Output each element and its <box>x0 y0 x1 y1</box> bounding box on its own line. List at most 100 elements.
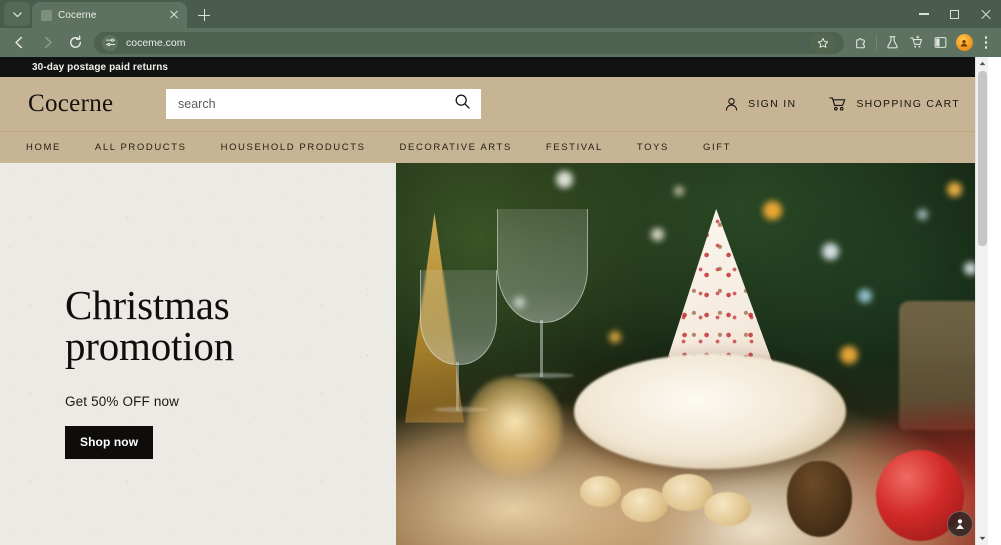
tab-strip: Cocerne <box>0 0 1001 28</box>
address-bar[interactable]: coceme.com <box>94 31 844 54</box>
address-bar-url: coceme.com <box>126 36 186 49</box>
search-icon[interactable] <box>454 93 471 115</box>
tune-icon[interactable] <box>102 34 118 51</box>
main-navigation: HOME ALL PRODUCTS HOUSEHOLD PRODUCTS DEC… <box>0 131 988 163</box>
close-icon <box>980 8 992 20</box>
caret-up-icon <box>979 61 986 66</box>
pinecone <box>786 460 852 538</box>
nav-item-all-products[interactable]: ALL PRODUCTS <box>78 142 204 153</box>
maximize-icon <box>950 9 959 19</box>
dinner-plate <box>573 354 846 469</box>
candle-glow <box>467 376 562 477</box>
bokeh-light <box>916 208 928 220</box>
search-input[interactable] <box>178 97 454 111</box>
tune-glyph <box>105 38 115 47</box>
shop-now-button[interactable]: Shop now <box>65 426 154 459</box>
hero-copy-panel: Christmas promotion Get 50% OFF now Shop… <box>0 163 396 545</box>
split-screen-icon <box>934 37 946 48</box>
sign-in-label: SIGN IN <box>748 98 797 110</box>
window-minimize-button[interactable] <box>908 0 939 28</box>
scrollbar-down-button[interactable] <box>976 532 988 545</box>
wine-glass-tall <box>496 208 589 324</box>
more-dot <box>984 36 988 39</box>
floating-account-badge[interactable] <box>947 511 973 537</box>
search-glyph <box>455 94 470 109</box>
forward-button[interactable] <box>34 30 60 56</box>
browser-window: Cocerne coceme.com 30-day postage paid r… <box>0 0 1001 545</box>
hero-title-line-2: promotion <box>65 323 235 369</box>
hero-copy: Christmas promotion Get 50% OFF now Shop… <box>65 285 234 459</box>
hero-image <box>396 163 988 545</box>
tab-close-icon[interactable] <box>167 8 181 22</box>
promo-banner-text: 30-day postage paid returns <box>32 61 169 73</box>
shopping-cart-label: SHOPPING CART <box>856 98 960 110</box>
minimize-icon <box>918 13 929 15</box>
reload-icon <box>69 35 81 48</box>
website-content: 30-day postage paid returns Cocerne sear… <box>0 57 988 545</box>
reload-button[interactable] <box>62 30 88 56</box>
page-viewport: 30-day postage paid returns Cocerne sear… <box>0 57 1001 545</box>
site-logo[interactable]: Cocerne <box>28 90 166 118</box>
hero-title-line-1: Christmas <box>65 282 230 328</box>
avatar-glyph <box>960 39 968 47</box>
tab-title: Cocerne <box>58 9 97 21</box>
extensions-button[interactable] <box>850 32 872 54</box>
window-maximize-button[interactable] <box>939 0 970 28</box>
sign-in-link[interactable]: SIGN IN <box>724 97 796 112</box>
extensions-puzzle-icon <box>855 38 865 49</box>
tab-search-button[interactable] <box>4 2 30 26</box>
bokeh-light <box>857 289 872 304</box>
nav-item-toys[interactable]: TOYS <box>620 142 686 153</box>
user-icon <box>726 97 738 111</box>
chevron-down-icon <box>12 11 22 17</box>
more-dot <box>984 46 988 49</box>
nav-item-household-products[interactable]: HOUSEHOLD PRODUCTS <box>204 142 383 153</box>
site-header: Cocerne search SIGN IN SHOPPING CART <box>0 77 988 131</box>
cookie <box>620 487 669 523</box>
hero-subtitle: Get 50% OFF now <box>65 394 180 409</box>
bokeh-light <box>555 170 573 188</box>
more-dot <box>984 41 988 44</box>
hero-section: Christmas promotion Get 50% OFF now Shop… <box>0 163 988 545</box>
arrow-left-icon <box>14 36 22 49</box>
cookie <box>703 491 752 526</box>
arrow-right-icon <box>44 36 52 49</box>
hero-title: Christmas promotion <box>65 285 234 367</box>
nav-item-decorative-arts[interactable]: DECORATIVE ARTS <box>383 142 529 153</box>
cart-icon <box>829 97 846 111</box>
shopping-list-button[interactable] <box>905 32 927 54</box>
tab-favicon-icon <box>41 9 52 21</box>
nav-item-gift[interactable]: GIFT <box>686 142 748 153</box>
split-screen-button[interactable] <box>929 32 951 54</box>
labs-button[interactable] <box>881 32 903 54</box>
omnibox-actions <box>810 32 836 53</box>
promo-banner: 30-day postage paid returns <box>0 57 988 77</box>
scrollbar-thumb[interactable] <box>978 71 987 246</box>
header-actions: SIGN IN SHOPPING CART <box>724 96 960 112</box>
search-box[interactable] <box>166 89 481 119</box>
caret-down-icon <box>979 536 986 541</box>
window-controls <box>908 0 1001 28</box>
labs-flask-icon <box>886 36 898 49</box>
shopping-cart-link[interactable]: SHOPPING CART <box>829 96 960 112</box>
account-badge-icon <box>955 519 965 529</box>
cookie <box>579 476 621 507</box>
shopping-list-icon <box>909 35 922 48</box>
new-tab-button[interactable] <box>192 3 216 27</box>
browser-tab[interactable]: Cocerne <box>32 2 187 28</box>
profile-avatar-icon <box>955 34 973 51</box>
profile-button[interactable] <box>953 32 975 54</box>
scrollbar-up-button[interactable] <box>976 57 988 70</box>
wine-glass-short <box>419 269 497 366</box>
bookmark-star-button[interactable] <box>810 32 836 53</box>
nav-item-home[interactable]: HOME <box>26 142 78 153</box>
more-menu-button[interactable] <box>977 33 995 53</box>
nav-item-festival[interactable]: FESTIVAL <box>529 142 620 153</box>
toolbar-divider <box>876 35 877 50</box>
window-close-button[interactable] <box>970 0 1001 28</box>
bokeh-light <box>650 227 664 241</box>
page-scrollbar[interactable] <box>975 57 988 545</box>
back-button[interactable] <box>6 30 32 56</box>
bookmark-star-icon <box>817 37 829 48</box>
browser-toolbar: coceme.com <box>0 28 1001 57</box>
